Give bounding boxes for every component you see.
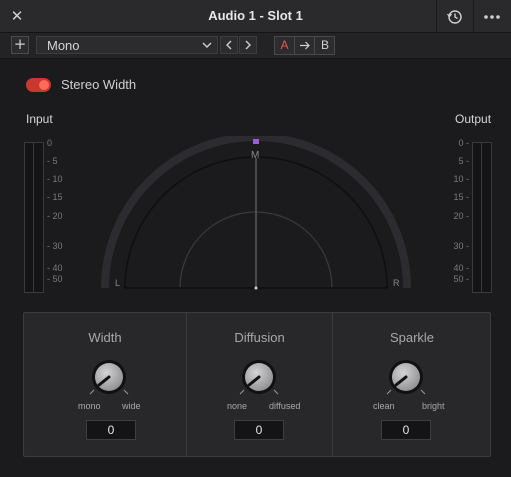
a-button[interactable]: A (275, 37, 294, 54)
diffusion-value-field[interactable]: 0 (234, 420, 284, 440)
meter-scale-tick: - 50 (47, 274, 63, 284)
chevron-down-icon (202, 42, 212, 48)
diffusion-max-label: diffused (269, 401, 301, 411)
diffusion-min-label: none (227, 401, 248, 411)
meter-scale-tick: 5 - (458, 156, 469, 166)
preset-toolbar: + Mono A B (0, 33, 511, 59)
width-control: Width mono wide 0 (24, 313, 186, 456)
width-knob[interactable] (89, 357, 129, 397)
meter-scale-tick: - 10 (47, 174, 63, 184)
sparkle-min-label: clean (373, 401, 395, 411)
meter-scale-tick: - 15 (47, 192, 63, 202)
right-label: R (393, 278, 400, 288)
stereo-width-label: Stereo Width (61, 77, 137, 92)
preset-value: Mono (47, 38, 80, 53)
preset-dropdown[interactable]: Mono (36, 36, 218, 54)
b-button[interactable]: B (315, 37, 335, 54)
meter-scale-tick: 50 - (453, 274, 469, 284)
meter-scale-tick: 0 - (458, 138, 469, 148)
width-title: Width (88, 330, 122, 345)
mid-label: M (251, 150, 260, 161)
width-min-label: mono (78, 401, 101, 411)
history-icon[interactable] (445, 7, 465, 27)
meter-scale-tick: 15 - (453, 192, 469, 202)
title-bar: ✕ Audio 1 - Slot 1 (0, 0, 511, 33)
left-label: L (115, 278, 121, 288)
sparkle-knob[interactable] (386, 357, 426, 397)
controls-panel: Width mono wide 0 Diffusion none diffuse… (23, 312, 491, 457)
sparkle-max-label: bright (422, 401, 445, 411)
divider (436, 0, 437, 33)
sparkle-control: Sparkle clean bright 0 (333, 313, 491, 456)
meter-scale-tick: - 20 (47, 211, 63, 221)
next-preset-button[interactable] (239, 36, 257, 54)
meter-scale-tick: - 40 (47, 263, 63, 273)
window-title: Audio 1 - Slot 1 (208, 8, 303, 23)
meter-scale-tick: 10 - (453, 174, 469, 184)
width-value-field[interactable]: 0 (86, 420, 136, 440)
meter-scale-tick: 40 - (453, 263, 469, 273)
input-meter (24, 142, 44, 293)
stereo-width-toggle[interactable] (26, 78, 51, 92)
input-label: Input (26, 112, 53, 126)
width-max-label: wide (122, 401, 141, 411)
mid-marker (253, 139, 259, 144)
meter-scale-tick: 0 (47, 138, 53, 148)
output-meter (472, 142, 492, 293)
diffusion-title: Diffusion (234, 330, 285, 345)
meter-scale-tick: - 30 (47, 241, 63, 251)
meter-scale-tick: 30 - (453, 241, 469, 251)
chevron-left-icon (226, 40, 232, 50)
chevron-right-icon (245, 40, 251, 50)
ab-compare-group: A B (274, 36, 335, 55)
meter-scale-tick: - 5 (47, 156, 58, 166)
add-preset-button[interactable]: + (11, 36, 29, 54)
arrow-right-icon (300, 41, 310, 50)
meter-scale-tick: 20 - (453, 211, 469, 221)
diffusion-control: Diffusion none diffused 0 (187, 313, 332, 456)
sparkle-title: Sparkle (389, 330, 435, 345)
previous-preset-button[interactable] (220, 36, 238, 54)
sparkle-value-field[interactable]: 0 (381, 420, 431, 440)
more-options-icon[interactable] (481, 7, 503, 27)
output-label: Output (455, 112, 492, 126)
diffusion-knob[interactable] (239, 357, 279, 397)
divider (473, 0, 474, 33)
toggle-knob (39, 80, 49, 90)
copy-a-to-b-button[interactable] (294, 37, 315, 54)
